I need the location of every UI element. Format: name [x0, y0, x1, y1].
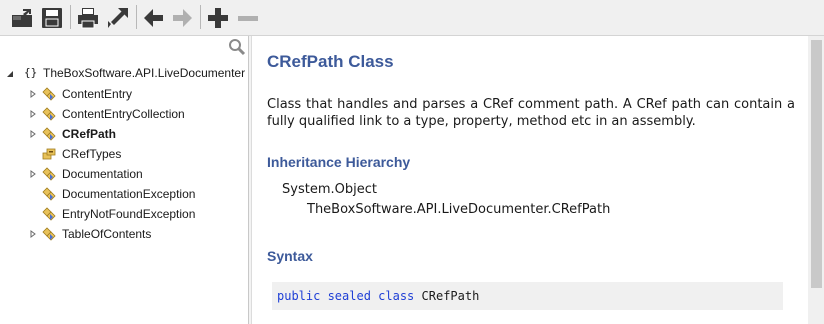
tree-item-label: ContentEntryCollection — [62, 107, 185, 121]
zoom-in-button[interactable] — [205, 5, 231, 31]
search-icon — [229, 39, 246, 56]
expand-arrow-icon[interactable] — [29, 170, 37, 178]
expand-arrow-icon[interactable] — [29, 90, 37, 98]
scrollbar-thumb[interactable] — [811, 40, 822, 288]
print-button[interactable] — [75, 5, 101, 31]
tree-item[interactable]: ContentEntryCollection — [0, 104, 248, 124]
expand-arrow-icon[interactable] — [29, 130, 37, 138]
syntax-code-block: public sealed class CRefPath — [272, 282, 783, 310]
arrow-left-icon — [144, 9, 163, 27]
class-icon — [42, 227, 56, 241]
syntax-keywords: public sealed class — [277, 289, 415, 303]
tree-item[interactable]: ContentEntry — [0, 84, 248, 104]
printer-icon — [78, 8, 98, 29]
syntax-class-name: CRefPath — [421, 289, 480, 303]
class-icon — [42, 87, 56, 101]
tree-item-label: CRefPath — [62, 127, 117, 141]
tree-item-label: DocumentationException — [62, 187, 196, 201]
inheritance-base: System.Object — [282, 182, 377, 197]
class-icon — [42, 207, 56, 221]
expand-arrow-icon — [108, 8, 128, 28]
inheritance-derived: TheBoxSoftware.API.LiveDocumenter.CRefPa… — [307, 202, 611, 217]
tree-item-label: ContentEntry — [62, 87, 133, 101]
save-button[interactable] — [39, 5, 65, 31]
tree-item[interactable]: EntryNotFoundException — [0, 204, 248, 224]
zoom-out-button[interactable] — [235, 5, 261, 31]
enum-icon — [42, 148, 56, 160]
tree-item[interactable]: CRefPath — [0, 124, 248, 144]
toolbar-separator — [136, 5, 137, 29]
class-icon — [42, 107, 56, 121]
toolbar — [0, 0, 824, 36]
tree-root-label: TheBoxSoftware.API.LiveDocumenter — [43, 66, 246, 80]
expand-button[interactable] — [105, 5, 131, 31]
class-description: Class that handles and parses a CRef com… — [267, 97, 795, 129]
tree-item-label: CRefTypes — [62, 147, 122, 161]
syntax-heading: Syntax — [267, 248, 313, 264]
tree-item-label: EntryNotFoundException — [62, 207, 196, 221]
open-folder-icon — [12, 9, 32, 27]
tree-item[interactable]: TableOfContents — [0, 224, 248, 244]
page-title: CRefPath Class — [267, 52, 394, 71]
tree-item[interactable]: Documentation — [0, 164, 248, 184]
back-button[interactable] — [141, 5, 167, 31]
collapse-arrow-icon[interactable] — [6, 70, 14, 78]
class-icon — [42, 167, 56, 181]
inheritance-heading: Inheritance Hierarchy — [267, 154, 411, 170]
forward-button[interactable] — [169, 5, 195, 31]
tree-item-label: Documentation — [62, 167, 143, 181]
tree-root-node[interactable]: {} TheBoxSoftware.API.LiveDocumenter — [0, 64, 248, 84]
arrow-right-icon — [173, 9, 192, 27]
toolbar-separator — [70, 5, 71, 29]
plus-icon — [208, 8, 228, 28]
tree-item-label: TableOfContents — [62, 227, 152, 241]
tree-item[interactable]: CRefTypes — [0, 144, 248, 164]
vertical-scrollbar[interactable] — [808, 36, 824, 324]
search-button[interactable] — [228, 38, 246, 56]
class-icon — [42, 127, 56, 141]
expand-arrow-icon[interactable] — [29, 110, 37, 118]
tree-item[interactable]: DocumentationException — [0, 184, 248, 204]
toolbar-separator — [200, 5, 201, 29]
open-button[interactable] — [9, 5, 35, 31]
minus-icon — [238, 16, 258, 21]
expand-arrow-icon[interactable] — [29, 230, 37, 238]
floppy-disk-icon — [42, 8, 62, 28]
tree-pane: {} TheBoxSoftware.API.LiveDocumenter Con… — [0, 36, 248, 324]
documentation-view: CRefPath Class Class that handles and pa… — [252, 36, 808, 324]
namespace-braces-icon: {} — [24, 66, 38, 79]
class-icon — [42, 187, 56, 201]
